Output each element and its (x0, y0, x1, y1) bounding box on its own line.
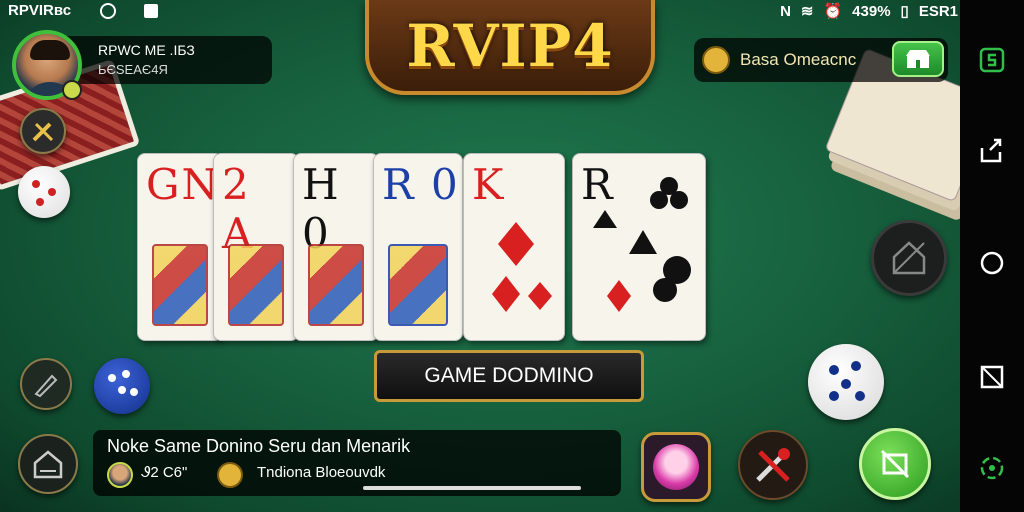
share-button[interactable] (978, 136, 1006, 164)
card-slash-icon (880, 449, 910, 479)
shop-icon (906, 50, 930, 68)
pencil-icon (34, 374, 58, 398)
avatar-hair (30, 40, 70, 60)
chat-progress-bar (363, 486, 581, 490)
dice-white-left[interactable] (18, 166, 70, 218)
tools-button[interactable] (20, 108, 66, 154)
playing-card[interactable]: K (463, 153, 565, 341)
game-logo: RVIP4 (365, 0, 655, 95)
character-icon (653, 444, 699, 490)
app-s-icon (979, 47, 1005, 73)
tools-cross-button[interactable] (738, 430, 808, 500)
assistant-button[interactable] (978, 454, 1006, 482)
game-mode-label: GAME DODMINO (424, 364, 594, 387)
chat-subtitle: Tndiona Bloeouvdk (257, 464, 386, 481)
card-face-art (388, 244, 448, 326)
chat-avatar (107, 462, 133, 488)
system-nav-bar (960, 0, 1024, 512)
dice-blue-pips-icon (108, 370, 138, 396)
nfc-icon: N (780, 2, 791, 20)
chat-panel[interactable]: Noke Same Donino Seru dan Menarik Ꮽ2 C6"… (93, 430, 621, 496)
coin-icon (702, 46, 730, 74)
chat-stat: Ꮽ2 C6" (141, 464, 188, 481)
status-time: ESR1 (918, 2, 958, 20)
crossed-tools-icon (756, 448, 790, 482)
sim-icon: ▯ (900, 3, 909, 20)
record-icon (100, 3, 116, 19)
card-rank: GN (146, 160, 221, 209)
playing-card[interactable]: R 0 (373, 153, 463, 341)
dice-white-pips-icon (829, 361, 865, 401)
card-rank: R 0 (382, 160, 460, 209)
playing-card[interactable]: R (572, 153, 706, 341)
chat-title: Noke Same Donino Seru dan Menarik (107, 436, 411, 456)
card-face-art (308, 244, 364, 326)
recents-icon (980, 365, 1004, 389)
battery-level: 439% (852, 2, 891, 20)
tools-icon (32, 122, 54, 142)
currency-label: Basa Omeacnc (740, 50, 857, 69)
game-screen: { "status_bar": { "left_text": "RPVIRвс"… (0, 0, 1024, 512)
play-button[interactable] (859, 428, 931, 500)
character-button[interactable] (641, 432, 711, 502)
wifi-icon: ≋ (800, 3, 814, 20)
share-icon (980, 138, 1002, 163)
table-button[interactable] (871, 220, 947, 296)
chat-coin-icon (217, 462, 243, 488)
home-nav-button[interactable] (978, 249, 1006, 277)
dice-white-right[interactable] (808, 344, 884, 420)
spades-clubs-icon (593, 177, 691, 312)
player-name: RPWC ME .ІБЗ (98, 42, 195, 58)
recents-button[interactable] (978, 363, 1006, 391)
card-rank: K (472, 160, 506, 209)
card-face-art (152, 244, 208, 326)
dice-pips-icon (32, 180, 56, 206)
edit-button[interactable] (20, 358, 72, 410)
playing-card[interactable]: GN (137, 153, 223, 341)
hearts-diamonds-icon (492, 222, 552, 312)
dice-blue[interactable] (94, 358, 150, 414)
house-outline-icon (892, 241, 926, 275)
playing-card[interactable]: H 0 (293, 153, 379, 341)
card-face-art (228, 244, 284, 326)
home-icon (33, 450, 63, 479)
logo-title: RVIP4 (406, 12, 614, 80)
player-id: ЬЄSEAЄ4Я (98, 62, 168, 77)
home-button[interactable] (18, 434, 78, 494)
app-shortcut-button[interactable] (978, 46, 1006, 74)
assistant-icon (980, 456, 1004, 480)
notification-icon (144, 4, 158, 18)
level-badge-icon (62, 80, 82, 100)
status-app-label: RPVIRвс (8, 2, 72, 19)
alarm-icon: ⏰ (823, 3, 843, 20)
playing-card[interactable]: 2 A (213, 153, 299, 341)
shop-button[interactable] (892, 41, 944, 77)
circle-home-icon (980, 251, 1004, 275)
game-mode-banner[interactable]: GAME DODMINO (374, 350, 644, 402)
